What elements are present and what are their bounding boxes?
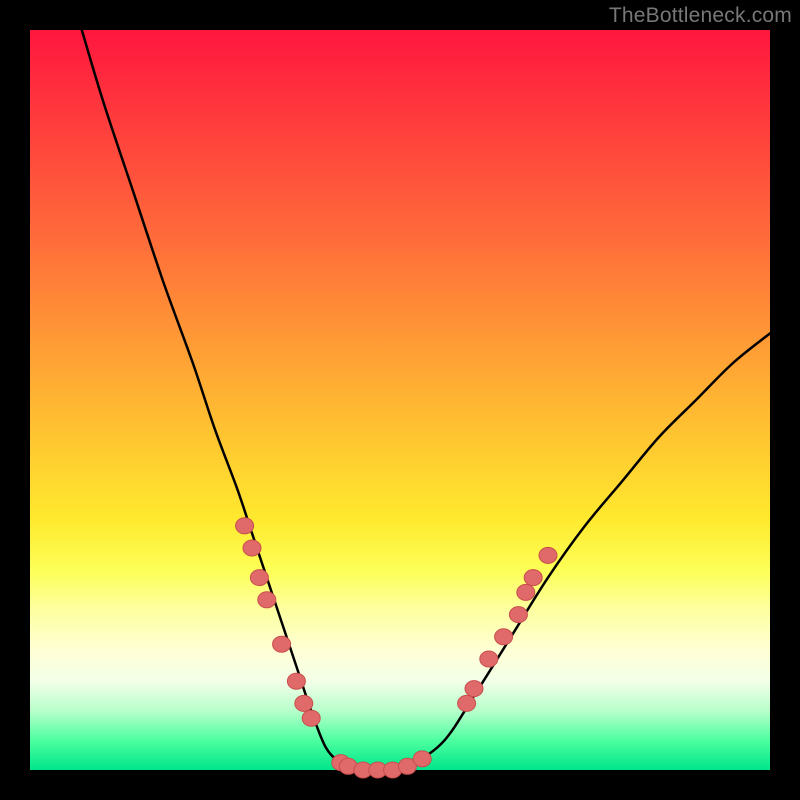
marker-right-cluster xyxy=(524,570,542,586)
plot-area xyxy=(30,30,770,770)
marker-left-cluster xyxy=(273,636,291,652)
marker-right-cluster xyxy=(458,695,476,711)
marker-right-cluster xyxy=(465,681,483,697)
marker-right-cluster xyxy=(539,547,557,563)
marker-left-cluster xyxy=(250,570,268,586)
marker-left-cluster xyxy=(258,592,276,608)
marker-bottom-run xyxy=(413,751,431,767)
marker-left-cluster xyxy=(295,695,313,711)
outer-frame: TheBottleneck.com xyxy=(0,0,800,800)
marker-left-cluster xyxy=(287,673,305,689)
watermark-text: TheBottleneck.com xyxy=(609,4,792,28)
bottleneck-curve xyxy=(82,30,770,771)
marker-right-cluster xyxy=(480,651,498,667)
marker-left-cluster xyxy=(302,710,320,726)
marker-left-cluster xyxy=(236,518,254,534)
marker-group xyxy=(236,518,557,778)
marker-right-cluster xyxy=(517,584,535,600)
chart-svg xyxy=(30,30,770,770)
marker-left-cluster xyxy=(243,540,261,556)
marker-right-cluster xyxy=(495,629,513,645)
marker-right-cluster xyxy=(509,607,527,623)
